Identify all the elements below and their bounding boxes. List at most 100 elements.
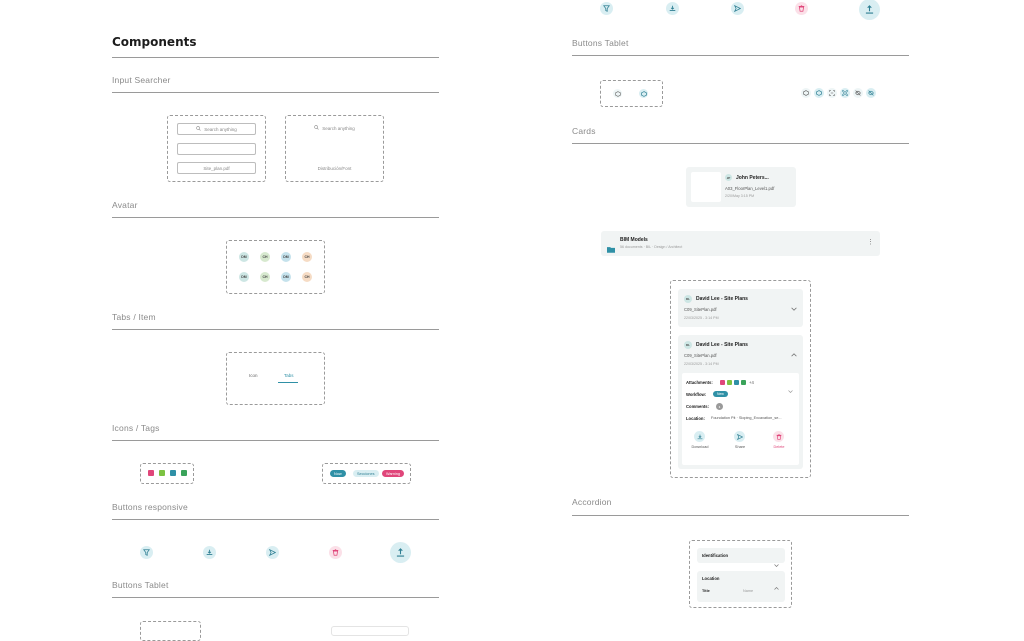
- file-input[interactable]: Site_plan.pdf: [177, 162, 256, 174]
- more-options-icon[interactable]: ⋮: [867, 239, 874, 246]
- expandable-card-expanded[interactable]: DL David Lee - Site Plans C09_SitePlan.p…: [678, 335, 803, 469]
- chevron-up-icon[interactable]: [791, 344, 797, 362]
- comments-label: Comments:: [686, 404, 710, 409]
- file-thumbnail: [691, 172, 721, 202]
- download-icon: [206, 549, 213, 556]
- attachments-label: Attachments:: [686, 380, 713, 385]
- cube-icon: [614, 90, 621, 97]
- avatar: DM: [239, 252, 249, 262]
- card-date: 22/03/2025 - 3:14 PM: [684, 316, 719, 320]
- hide-button[interactable]: [853, 88, 863, 98]
- avatar: CH: [302, 252, 312, 262]
- card-date: 22/03/2025 - 3:14 PM: [684, 362, 719, 366]
- upload-button[interactable]: [390, 542, 411, 563]
- chevron-down-icon[interactable]: [788, 380, 793, 398]
- location-label: Location:: [686, 416, 705, 421]
- scan-button[interactable]: [827, 88, 837, 98]
- card-details: Attachments: +4 Workflow: New Comments: …: [682, 373, 799, 465]
- folder-name: BIM Models: [620, 237, 648, 243]
- send-button[interactable]: [266, 546, 279, 559]
- search-placeholder: Search anything: [322, 125, 355, 131]
- comments-count-badge[interactable]: 1: [716, 403, 723, 410]
- section-title-avatar: Avatar: [112, 200, 138, 210]
- card-file-name: C09_SitePlan.pdf: [684, 353, 717, 358]
- search-placeholder: Search anything: [204, 126, 237, 132]
- file-card[interactable]: JP John Peters... A03_FloorPlan_Level1.p…: [686, 167, 796, 207]
- search-input-borderless[interactable]: Search anything: [286, 125, 383, 131]
- search-input[interactable]: Search anything: [177, 123, 256, 135]
- card-file-name: A03_FloorPlan_Level1.pdf: [725, 186, 775, 191]
- delete-button[interactable]: [773, 431, 784, 442]
- tab-icon[interactable]: Icon: [249, 373, 258, 378]
- filter-button[interactable]: [140, 546, 153, 559]
- download-button[interactable]: [203, 546, 216, 559]
- delete-button[interactable]: [329, 546, 342, 559]
- cube-active-button[interactable]: [639, 89, 648, 98]
- share-button[interactable]: [734, 431, 745, 442]
- send-button[interactable]: [731, 2, 744, 15]
- chevron-down-icon: [774, 554, 779, 572]
- accordion-group: Identification Location Title Name: [689, 540, 792, 608]
- status-badge-warning: Warning: [382, 470, 404, 477]
- hide-active-button[interactable]: [866, 88, 876, 98]
- download-icon: [669, 5, 676, 12]
- pdf-tag-icon: [148, 470, 154, 476]
- status-badge-now: Now: [330, 470, 346, 477]
- upload-button[interactable]: [859, 0, 880, 20]
- text-input-empty[interactable]: [177, 143, 256, 155]
- section-title-cards: Cards: [572, 126, 596, 136]
- card-title: David Lee - Site Plans: [696, 296, 748, 302]
- send-icon: [269, 549, 276, 556]
- scan-icon: [842, 90, 848, 96]
- delete-button[interactable]: [795, 2, 808, 15]
- avatar: DL: [684, 295, 692, 303]
- filter-icon: [603, 5, 610, 12]
- download-button[interactable]: [694, 431, 705, 442]
- divider: [112, 329, 439, 330]
- avatar: DM: [281, 272, 291, 282]
- avatar: DM: [239, 272, 249, 282]
- file-input-value: Site_plan.pdf: [203, 165, 230, 171]
- tabs-group: Icon Tabs: [226, 352, 325, 405]
- folder-icon: [607, 240, 615, 258]
- avatar: JP: [725, 174, 732, 181]
- accordion-item-identification[interactable]: Identification: [697, 548, 785, 567]
- search-icon: [196, 126, 201, 132]
- folder-row[interactable]: BIM Models 56 documents · BIL · Design /…: [601, 231, 880, 256]
- card-file-name: C09_SitePlan.pdf: [684, 307, 717, 312]
- filter-button[interactable]: [600, 2, 613, 15]
- attachments-more: +4: [749, 380, 754, 385]
- send-icon: [736, 433, 743, 440]
- accordion-item-location[interactable]: Location Title Name: [697, 571, 785, 602]
- cube-icon: [803, 90, 809, 96]
- scan-icon: [829, 90, 835, 96]
- avatar: DM: [281, 252, 291, 262]
- cube-active-button[interactable]: [814, 88, 824, 98]
- input-searcher-group: Search anything Site_plan.pdf: [167, 115, 266, 182]
- cube-outline-button[interactable]: [801, 88, 811, 98]
- eye-off-icon: [868, 90, 874, 96]
- field-label: Title: [702, 589, 710, 593]
- cube-outline-button[interactable]: [613, 89, 622, 98]
- tab-tabs[interactable]: Tabs: [284, 373, 294, 378]
- download-button[interactable]: [666, 2, 679, 15]
- avatar: CH: [260, 252, 270, 262]
- avatar: CH: [260, 272, 270, 282]
- trash-icon: [332, 549, 339, 556]
- section-title-buttons-tablet: Buttons Tablet: [572, 38, 629, 48]
- chevron-down-icon[interactable]: [791, 298, 797, 316]
- chevron-up-icon: [774, 577, 779, 595]
- download-label: Download: [691, 445, 709, 449]
- field-value[interactable]: Name: [743, 589, 753, 593]
- file-tags-group: [140, 463, 194, 484]
- eye-off-icon: [855, 90, 861, 96]
- trash-icon: [776, 433, 782, 440]
- image-tag-icon: [727, 380, 732, 385]
- expandable-card-collapsed[interactable]: DL David Lee - Site Plans C09_SitePlan.p…: [678, 289, 803, 327]
- dropdown-text[interactable]: Distribución/Font: [286, 166, 383, 171]
- buttons-tablet-group: [140, 621, 201, 641]
- scan-active-button[interactable]: [840, 88, 850, 98]
- divider: [112, 92, 439, 93]
- avatar: CH: [302, 272, 312, 282]
- buttons-tablet-group: [600, 80, 663, 107]
